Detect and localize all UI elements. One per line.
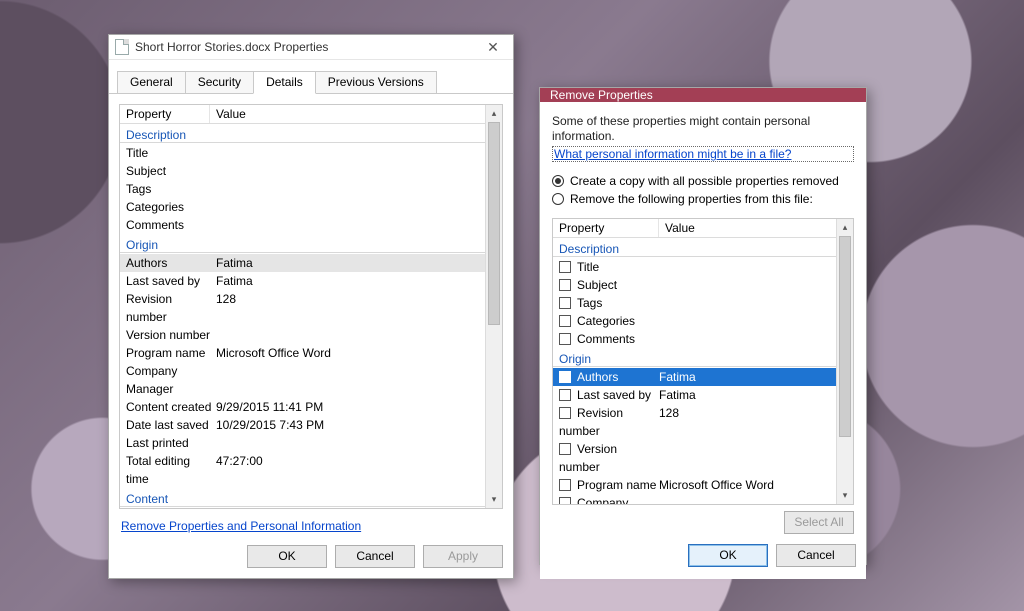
cancel-button[interactable]: Cancel [335,545,415,568]
tab-general[interactable]: General [117,71,186,93]
chk-row-authors[interactable]: AuthorsFatima [553,368,836,386]
ok-button[interactable]: OK [247,545,327,568]
checkbox-icon[interactable] [559,479,571,491]
row-tags[interactable]: Tags [120,180,485,198]
scroll-track[interactable] [486,122,502,491]
header-value[interactable]: Value [210,105,485,123]
scroll-thumb[interactable] [839,236,851,437]
row-version-number[interactable]: Version number [120,326,485,344]
remove-properties-window: Remove Properties Some of these properti… [539,87,867,565]
row-last-saved-by[interactable]: Last saved byFatima [120,272,485,290]
header-property[interactable]: Property [120,105,210,123]
properties-window: Short Horror Stories.docx Properties ✕ G… [108,34,514,579]
header-value[interactable]: Value [659,219,836,237]
scroll-thumb[interactable] [488,122,500,325]
chk-row-comments[interactable]: Comments [553,330,836,348]
properties-list-header[interactable]: Property Value [120,105,485,124]
checkbox-icon[interactable] [559,315,571,327]
remove-properties-link-row: Remove Properties and Personal Informati… [121,519,501,533]
properties-scrollbar[interactable]: ▴ ▾ [485,105,502,508]
remove-list-header[interactable]: Property Value [553,219,836,238]
chk-row-categories[interactable]: Categories [553,312,836,330]
apply-button[interactable]: Apply [423,545,503,568]
row-authors[interactable]: AuthorsFatima [120,254,485,272]
chk-row-tags[interactable]: Tags [553,294,836,312]
scroll-down-icon[interactable]: ▾ [486,491,502,508]
checkbox-icon[interactable] [559,333,571,345]
checkbox-icon[interactable] [559,443,571,455]
chk-row-revision-number[interactable]: Revision number128 [553,404,836,440]
chk-row-version-number[interactable]: Version number [553,440,836,476]
row-content-created[interactable]: Content created9/29/2015 11:41 PM [120,398,485,416]
properties-title: Short Horror Stories.docx Properties [135,40,479,54]
scroll-down-icon[interactable]: ▾ [837,487,853,504]
tab-previous-versions[interactable]: Previous Versions [315,71,437,93]
radio-icon[interactable] [552,193,564,205]
checkbox-icon[interactable] [559,407,571,419]
close-icon[interactable]: ✕ [479,39,507,56]
header-property[interactable]: Property [553,219,659,237]
tab-details[interactable]: Details [253,71,316,94]
row-company[interactable]: Company [120,362,485,380]
intro-text: Some of these properties might contain p… [552,114,854,144]
chk-row-subject[interactable]: Subject [553,276,836,294]
row-date-last-saved[interactable]: Date last saved10/29/2015 7:43 PM [120,416,485,434]
info-link[interactable]: What personal information might be in a … [552,146,854,162]
group-description: Description [553,240,836,257]
remove-properties-titlebar[interactable]: Remove Properties [540,88,866,102]
row-manager[interactable]: Manager [120,380,485,398]
row-revision-number[interactable]: Revision number128 [120,290,485,326]
checkbox-icon[interactable] [559,261,571,273]
properties-tabs: General Security Details Previous Versio… [109,60,513,94]
ok-button[interactable]: OK [688,544,768,567]
remove-properties-link[interactable]: Remove Properties and Personal Informati… [121,519,361,533]
group-content: Content [120,490,485,507]
row-categories[interactable]: Categories [120,198,485,216]
tab-security[interactable]: Security [185,71,254,93]
scroll-track[interactable] [837,236,853,487]
radio-remove-from-file[interactable]: Remove the following properties from thi… [552,192,854,206]
row-comments[interactable]: Comments [120,216,485,234]
remove-properties-body: Some of these properties might contain p… [540,102,866,534]
select-all-row: Select All [552,505,854,534]
chk-row-last-saved-by[interactable]: Last saved byFatima [553,386,836,404]
checkbox-icon[interactable] [559,371,571,383]
group-origin: Origin [553,350,836,367]
row-title[interactable]: Title [120,144,485,162]
checkbox-icon[interactable] [559,297,571,309]
properties-list: Property Value Description Title Subject… [119,104,503,509]
row-program-name[interactable]: Program nameMicrosoft Office Word [120,344,485,362]
row-subject[interactable]: Subject [120,162,485,180]
document-icon [115,39,129,55]
properties-body: Property Value Description Title Subject… [109,94,513,533]
cancel-button[interactable]: Cancel [776,544,856,567]
chk-row-program-name[interactable]: Program nameMicrosoft Office Word [553,476,836,494]
chk-row-company[interactable]: Company [553,494,836,504]
select-all-button[interactable]: Select All [784,511,854,534]
scroll-up-icon[interactable]: ▴ [837,219,853,236]
radio-create-copy-label: Create a copy with all possible properti… [570,174,839,188]
radio-remove-from-file-label: Remove the following properties from thi… [570,192,813,206]
properties-titlebar[interactable]: Short Horror Stories.docx Properties ✕ [109,35,513,60]
group-origin: Origin [120,236,485,253]
row-total-editing-time[interactable]: Total editing time47:27:00 [120,452,485,488]
row-last-printed[interactable]: Last printed [120,434,485,452]
remove-scrollbar[interactable]: ▴ ▾ [836,219,853,504]
radio-create-copy[interactable]: Create a copy with all possible properti… [552,174,854,188]
scroll-up-icon[interactable]: ▴ [486,105,502,122]
radio-icon[interactable] [552,175,564,187]
properties-buttons: OK Cancel Apply [109,533,513,578]
checkbox-icon[interactable] [559,497,571,504]
checkbox-icon[interactable] [559,279,571,291]
chk-row-title[interactable]: Title [553,258,836,276]
remove-properties-title: Remove Properties [550,88,653,102]
remove-buttons: OK Cancel [540,534,866,579]
remove-properties-list: Property Value Description Title Subject… [552,218,854,505]
checkbox-icon[interactable] [559,389,571,401]
group-description: Description [120,126,485,143]
